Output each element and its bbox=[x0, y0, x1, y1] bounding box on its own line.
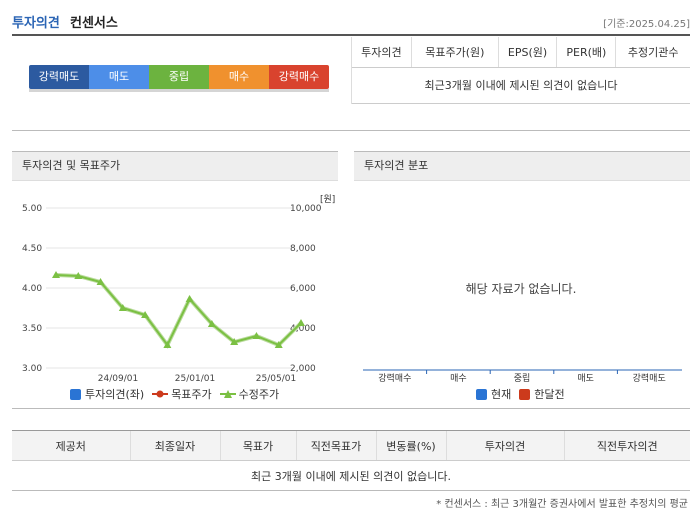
col-bottom-opinion: 투자의견 bbox=[445, 430, 564, 461]
legend-target-label: 목표주가 bbox=[171, 388, 212, 401]
broker-opinion-table: 제공처 최종일자 목표가 직전목표가 변동률(%) 투자의견 직전투자의견 최근… bbox=[12, 430, 690, 491]
price-chart-svg: [원] 5.00 10,0004.50 8,0004.00 6,0003.50 4,00… bbox=[22, 194, 335, 384]
gauge-strong-sell: 강력매도 bbox=[29, 65, 89, 89]
consensus-table: 투자의견 목표주가(원) EPS(원) PER(배) 추정기관수 최근3개월 이… bbox=[352, 37, 690, 104]
price-chart: [원] 5.00 10,000 4.50 8,000 4.00 6,000 3.50 4,00… bbox=[12, 190, 342, 390]
legend-price-marker bbox=[219, 390, 236, 398]
price-point bbox=[185, 295, 194, 302]
right-panel-title: 투자의견 분포 bbox=[354, 151, 690, 181]
header-divider bbox=[12, 34, 690, 36]
distribution-legend: 현재 한달전 bbox=[476, 386, 573, 402]
x-tick: 25/05/01 bbox=[256, 374, 296, 384]
y-left-tick: 3.00 bbox=[22, 364, 42, 374]
legend-target: 목표주가 bbox=[152, 386, 212, 402]
section-divider bbox=[12, 130, 690, 131]
y-right-tick: 10,000 bbox=[290, 204, 322, 214]
section-header: 투자의견 컨센서스 [기준:2025.04.25] bbox=[12, 12, 690, 34]
col-target-price: 목표주가(원) bbox=[410, 37, 499, 68]
legend-current-label: 현재 bbox=[491, 388, 512, 401]
legend-opinion-label: 투자의견(좌) bbox=[85, 388, 145, 401]
gauge-strong-buy: 강력매수 bbox=[269, 65, 329, 89]
col-prev-target: 직전목표가 bbox=[295, 430, 376, 461]
x-tick: 25/01/01 bbox=[175, 374, 215, 384]
col-last-date: 최종일자 bbox=[129, 430, 220, 461]
broker-empty-message: 최근 3개월 이내에 제시된 의견이 없습니다. bbox=[12, 460, 690, 491]
col-estimators: 추정기관수 bbox=[615, 37, 690, 68]
category-label: 매수 bbox=[450, 373, 467, 384]
gauge-sell: 매도 bbox=[89, 65, 149, 89]
price-chart-legend: 투자의견(좌) 목표주가 수정주가 bbox=[70, 386, 287, 402]
legend-target-marker bbox=[152, 390, 169, 398]
y-left-tick: 4.50 bbox=[22, 244, 42, 254]
legend-opinion-swatch bbox=[70, 388, 81, 400]
legend-current: 현재 bbox=[476, 386, 511, 402]
y-left-tick: 5.00 bbox=[22, 204, 42, 214]
category-label: 중립 bbox=[514, 373, 531, 384]
price-point bbox=[297, 319, 305, 326]
legend-adjusted-price: 수정주가 bbox=[219, 386, 280, 402]
col-prev-opinion: 직전투자의견 bbox=[563, 430, 690, 461]
legend-current-swatch bbox=[476, 388, 487, 400]
legend-month-ago: 한달전 bbox=[519, 386, 565, 402]
legend-month-ago-swatch bbox=[519, 388, 531, 400]
price-line bbox=[55, 274, 302, 347]
col-per: PER(배) bbox=[556, 37, 616, 68]
footnote: * 컨센서스 : 최근 3개월간 증권사에서 발표한 추정치의 평균 bbox=[436, 499, 688, 510]
section-divider-2 bbox=[12, 408, 690, 409]
y-right-tick: 2,000 bbox=[290, 364, 316, 374]
gauge-buy: 매수 bbox=[209, 65, 269, 89]
y-right-tick: 8,000 bbox=[290, 244, 316, 254]
x-tick: 24/09/01 bbox=[98, 374, 138, 384]
y-left-tick: 4.00 bbox=[22, 284, 42, 294]
left-panel-title: 투자의견 및 목표주가 bbox=[12, 151, 338, 181]
header-title-consensus: 컨센서스 bbox=[70, 16, 118, 31]
col-provider: 제공처 bbox=[12, 430, 130, 461]
legend-month-ago-label: 한달전 bbox=[534, 388, 565, 401]
consensus-empty-message: 최근3개월 이내에 제시된 의견이 없습니다 bbox=[352, 67, 690, 104]
y-right-tick: 6,000 bbox=[290, 284, 316, 294]
opinion-gauge: 강력매도 매도 중립 매수 강력매수 bbox=[29, 65, 329, 89]
header-title-opinion: 투자의견 bbox=[12, 16, 60, 31]
legend-opinion: 투자의견(좌) bbox=[70, 386, 144, 402]
gauge-shadow bbox=[29, 89, 329, 92]
gauge-neutral: 중립 bbox=[149, 65, 209, 89]
price-line-glow bbox=[55, 273, 303, 349]
col-eps: EPS(원) bbox=[497, 37, 557, 68]
category-label: 강력매수 bbox=[378, 372, 411, 384]
distribution-nodata: 해당 자료가 없습니다. bbox=[465, 282, 577, 296]
col-opinion: 투자의견 bbox=[352, 37, 412, 68]
reference-date: [기준:2025.04.25] bbox=[603, 19, 690, 30]
y-left-tick: 3.50 bbox=[22, 324, 42, 334]
category-label: 강력매도 bbox=[633, 372, 666, 384]
col-change-rate: 변동률(%) bbox=[375, 430, 446, 461]
col-target: 목표가 bbox=[219, 430, 296, 461]
unit-label: [원] bbox=[320, 194, 335, 205]
legend-price-label: 수정주가 bbox=[238, 388, 280, 401]
category-label: 매도 bbox=[577, 373, 594, 384]
